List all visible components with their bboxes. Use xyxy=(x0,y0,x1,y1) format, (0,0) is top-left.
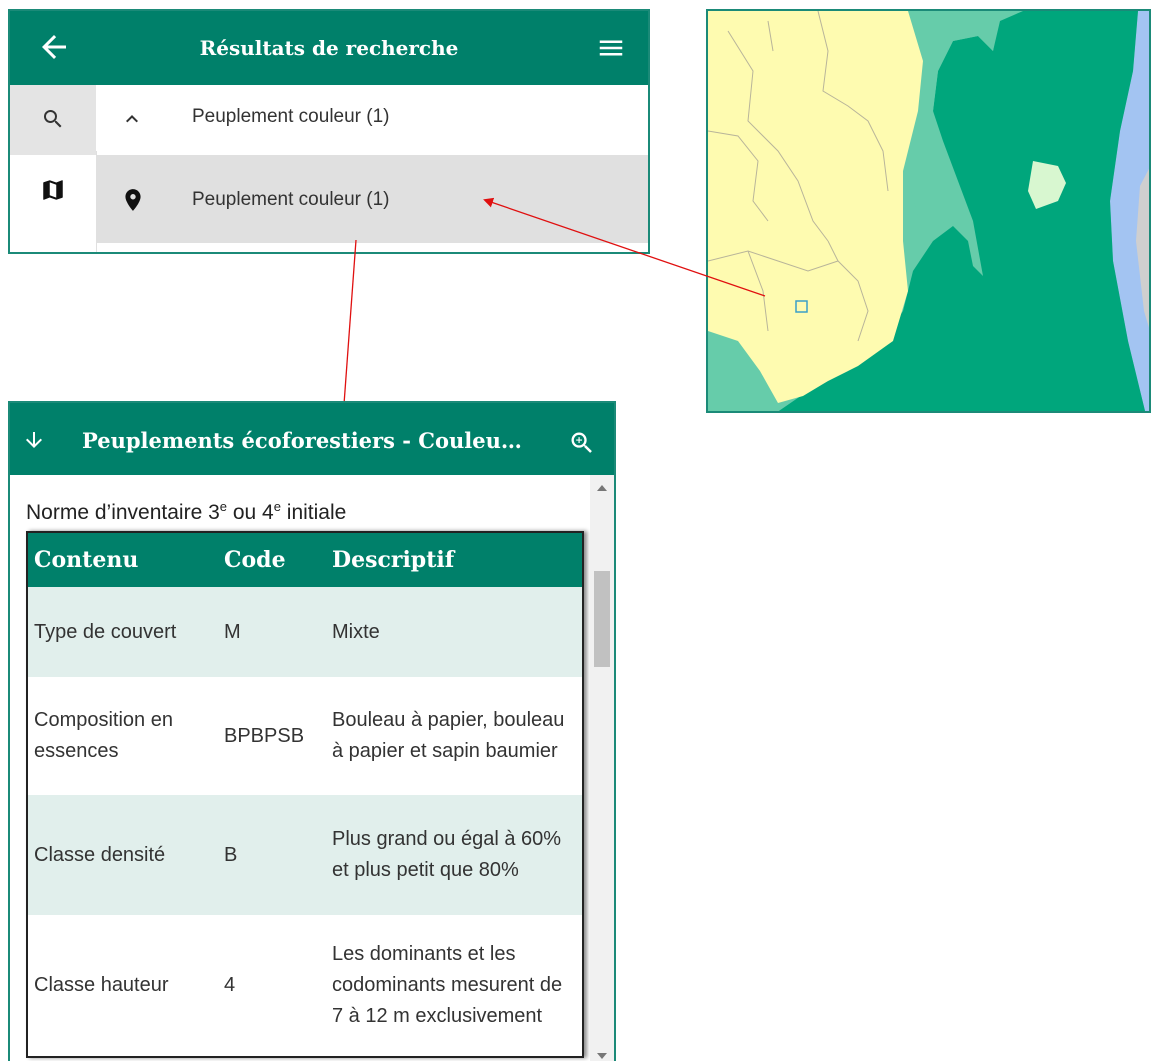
norm-text-2: ou 4 xyxy=(227,501,274,524)
results-title: Résultats de recherche xyxy=(199,36,459,60)
cell-descriptif: Les dominants et les codominants mesuren… xyxy=(326,915,583,1057)
result-group-row[interactable]: Peuplement couleur (1) xyxy=(96,85,648,151)
arrow-down-icon[interactable] xyxy=(22,427,46,453)
cell-contenu: Type de couvert xyxy=(27,587,218,677)
table-row: Classe densité B Plus grand ou égal à 60… xyxy=(27,795,583,915)
attribute-body: Norme d’inventaire 3e ou 4e initiale Con… xyxy=(10,475,590,1061)
cell-code: 4 xyxy=(218,915,326,1057)
column-header-contenu: Contenu xyxy=(27,532,218,587)
search-icon xyxy=(44,110,62,128)
sidebar-search-tab[interactable] xyxy=(10,85,96,155)
cell-code: BPBPSB xyxy=(218,677,326,795)
cell-descriptif: Mixte xyxy=(326,587,583,677)
search-results-panel: Résultats de recherche Peuplement couleu… xyxy=(8,9,650,254)
inventory-norm-label: Norme d’inventaire 3e ou 4e initiale xyxy=(26,499,346,525)
cell-contenu: Classe hauteur xyxy=(27,915,218,1057)
results-sidebar xyxy=(10,85,97,252)
zoom-in-icon[interactable] xyxy=(568,429,596,457)
norm-sup-2: e xyxy=(273,499,281,514)
scrollbar-thumb[interactable] xyxy=(594,571,610,667)
attribute-table: Contenu Code Descriptif Type de couvert … xyxy=(26,531,584,1058)
norm-text-3: initiale xyxy=(280,501,347,524)
attribute-title: Peuplements écoforestiers - Couleu… xyxy=(82,428,522,453)
attribute-header: Peuplements écoforestiers - Couleu… xyxy=(10,403,614,475)
cell-contenu: Composition en essences xyxy=(27,677,218,795)
chevron-up-icon[interactable] xyxy=(120,107,144,131)
cell-contenu: Classe densité xyxy=(27,795,218,915)
table-row: Composition en essences BPBPSB Bouleau à… xyxy=(27,677,583,795)
map-marker-icon xyxy=(125,189,141,211)
result-item-row[interactable]: Peuplement couleur (1) xyxy=(96,155,648,243)
attribute-panel: Peuplements écoforestiers - Couleu… Norm… xyxy=(8,401,616,1061)
sidebar-map-tab[interactable] xyxy=(10,155,96,235)
scroll-down-icon[interactable] xyxy=(597,1053,607,1059)
result-item-label: Peuplement couleur (1) xyxy=(192,189,390,210)
norm-sup-1: e xyxy=(219,499,227,514)
norm-text-1: Norme d’inventaire 3 xyxy=(26,501,220,524)
map-canvas[interactable] xyxy=(708,11,1151,413)
column-header-descriptif: Descriptif xyxy=(326,532,583,587)
cell-descriptif: Bouleau à papier, bouleau à papier et sa… xyxy=(326,677,583,795)
cell-code: M xyxy=(218,587,326,677)
cell-descriptif: Plus grand ou égal à 60% et plus petit q… xyxy=(326,795,583,915)
map-icon xyxy=(43,180,63,200)
arrow-result-to-attributes xyxy=(338,239,357,420)
attribute-scrollbar[interactable] xyxy=(590,475,614,1061)
table-row: Type de couvert M Mixte xyxy=(27,587,583,677)
hamburger-menu-icon[interactable] xyxy=(596,33,626,63)
map-view[interactable] xyxy=(706,9,1151,413)
cell-code: B xyxy=(218,795,326,915)
table-row: Classe hauteur 4 Les dominants et les co… xyxy=(27,915,583,1057)
result-group-label: Peuplement couleur (1) xyxy=(192,106,390,127)
table-header-row: Contenu Code Descriptif xyxy=(27,532,583,587)
results-header: Résultats de recherche xyxy=(10,11,648,85)
column-header-code: Code xyxy=(218,532,326,587)
scroll-up-icon[interactable] xyxy=(597,485,607,491)
